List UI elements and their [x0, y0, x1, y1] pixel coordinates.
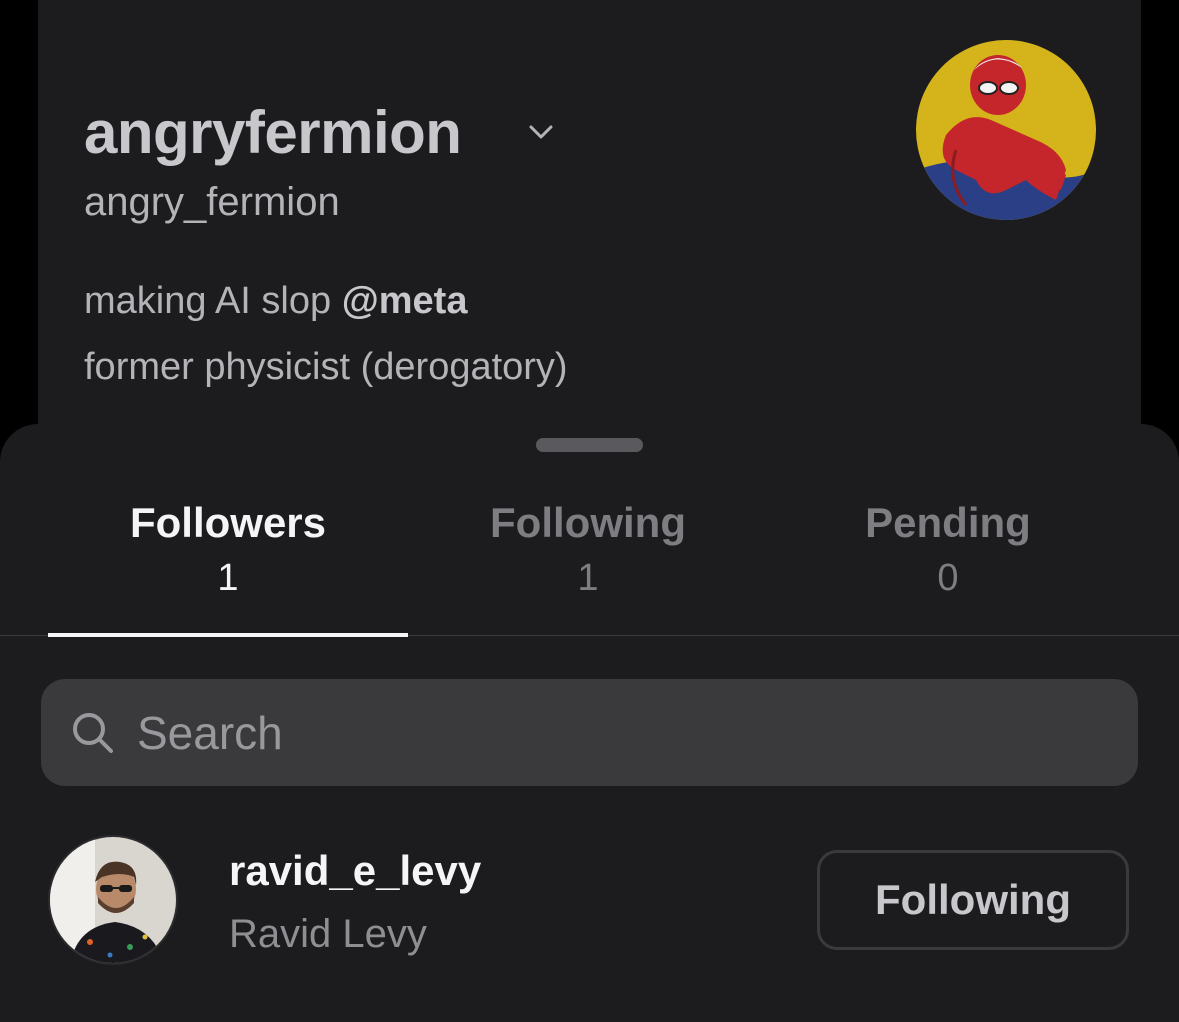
- list-item[interactable]: ravid_e_levy Ravid Levy Following: [0, 830, 1179, 970]
- bio-line-2: former physicist (derogatory): [84, 346, 568, 388]
- tab-following-count: 1: [577, 557, 599, 599]
- followers-sheet: Followers 1 Following 1 Pending 0 Search…: [0, 424, 1179, 1022]
- following-button[interactable]: Following: [817, 850, 1129, 950]
- tab-followers-label: Followers: [129, 499, 327, 546]
- tab-followers-count: 1: [217, 557, 239, 599]
- tab-pending-count: 0: [937, 557, 959, 599]
- tab-following[interactable]: Following 1: [408, 498, 768, 600]
- user-photo-icon: [50, 837, 176, 963]
- search-bar[interactable]: [41, 679, 1138, 786]
- spiderman-avatar-icon: [916, 40, 1096, 220]
- bio-text: making AI slop: [84, 280, 342, 322]
- bio-line-1: making AI slop @meta: [84, 278, 467, 324]
- tab-followers[interactable]: Followers 1: [48, 498, 408, 600]
- tab-pending[interactable]: Pending 0: [768, 498, 1128, 600]
- sheet-grabber-handle[interactable]: [536, 438, 643, 452]
- avatar[interactable]: [48, 835, 178, 965]
- active-tab-indicator: [48, 633, 408, 637]
- follower-username[interactable]: ravid_e_levy: [229, 846, 481, 896]
- chevron-down-icon[interactable]: [526, 117, 556, 147]
- profile-avatar[interactable]: [916, 40, 1096, 220]
- tab-pending-label: Pending: [865, 499, 1031, 546]
- follower-full-name: Ravid Levy: [229, 912, 427, 956]
- profile-display-name: angryfermion: [84, 99, 462, 166]
- tab-following-label: Following: [490, 499, 686, 546]
- bio-mention-link[interactable]: @meta: [342, 280, 468, 322]
- profile-handle: angry_fermion: [84, 180, 340, 224]
- search-input[interactable]: [137, 679, 1117, 786]
- search-icon: [73, 713, 113, 753]
